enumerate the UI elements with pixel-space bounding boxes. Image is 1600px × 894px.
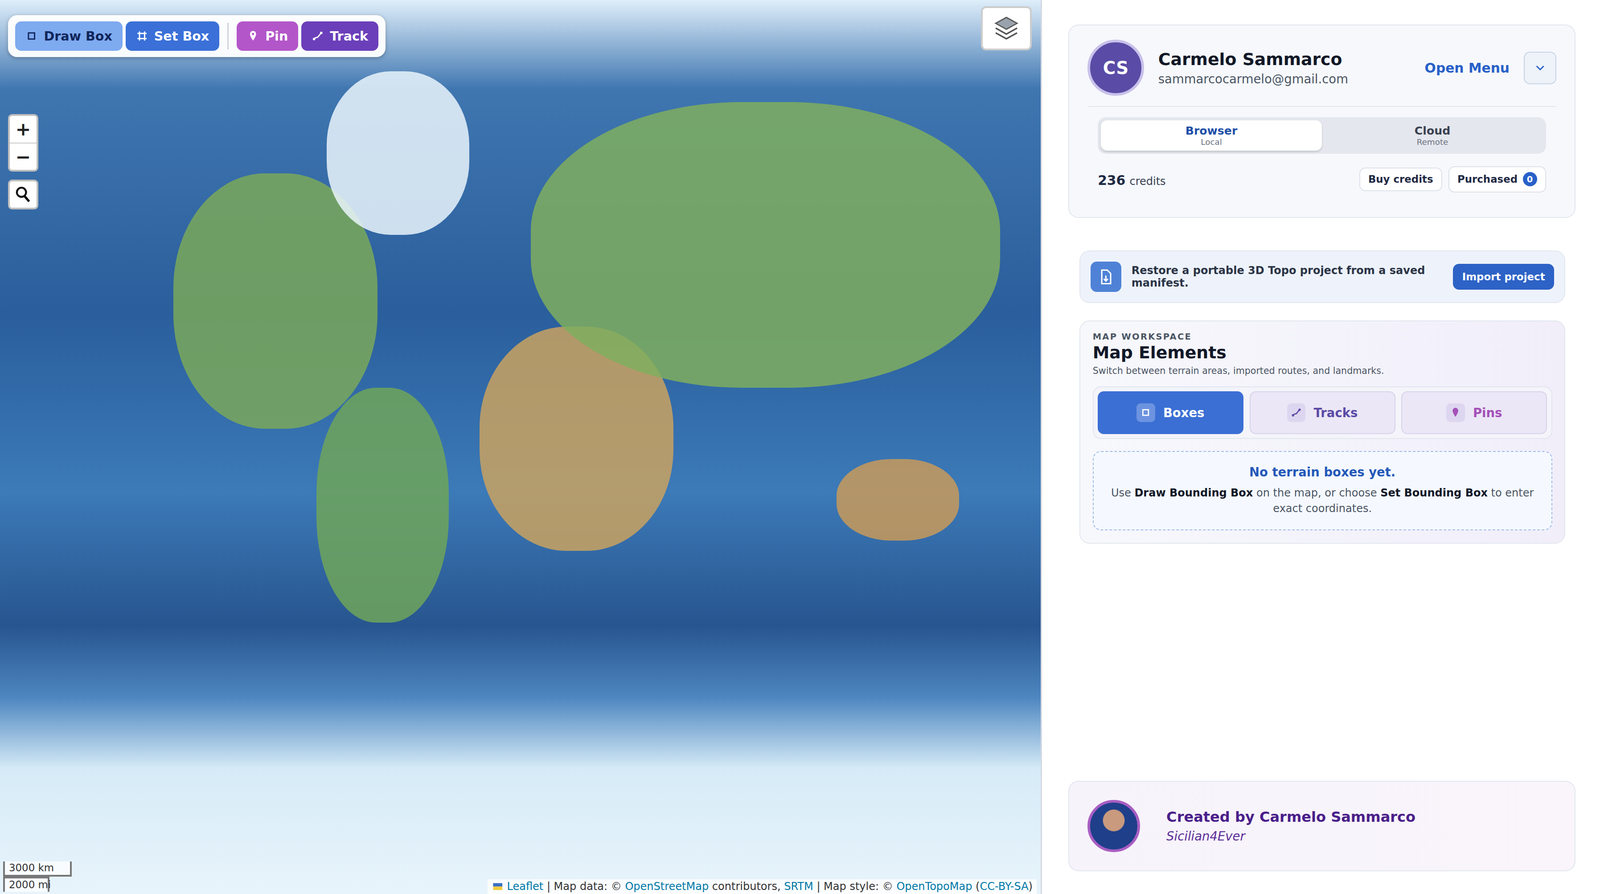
footer-title: Created by Carmelo Sammarco	[1166, 808, 1416, 826]
text: on the map, or choose	[1252, 486, 1381, 500]
search-button[interactable]	[8, 179, 39, 210]
box-icon	[25, 29, 38, 42]
attribution-link[interactable]: SRTM	[783, 880, 814, 893]
storage-label[interactable]: Cloud	[1321, 124, 1543, 138]
chevron-down-icon	[1534, 61, 1547, 74]
import-file-icon	[1097, 268, 1115, 286]
attribution-text: | Map data: ©	[543, 880, 625, 893]
profile-card: CS Carmelo Sammarco sammarcocarmelo@gmail.…	[1068, 24, 1576, 218]
button-label[interactable]: Buy credits	[1368, 173, 1434, 185]
attribution-link[interactable]: OpenStreetMap	[624, 880, 709, 893]
storage-option[interactable]: CloudRemote	[1321, 120, 1543, 151]
credits-row: 236credits Buy credits Purchased 0	[1097, 166, 1547, 193]
zoom-in-label[interactable]: +	[15, 118, 32, 140]
tab-icon-box	[1446, 403, 1465, 422]
map-toolbar: Draw Box Set Box Pin Track	[8, 15, 386, 58]
track-icon	[311, 29, 324, 42]
attribution-text: | Map style: ©	[813, 880, 897, 893]
open-menu-link[interactable]: Open Menu	[1424, 60, 1510, 76]
text: Use	[1111, 486, 1135, 500]
element-tab[interactable]: Pins	[1401, 391, 1547, 435]
import-card: Restore a portable 3D Topo project from …	[1079, 250, 1566, 304]
tab-label[interactable]: Pins	[1472, 406, 1502, 420]
button-label[interactable]: Purchased	[1457, 173, 1518, 185]
section-title: Map Elements	[1092, 342, 1553, 363]
profile-email: sammarcocarmelo@gmail.com	[1158, 72, 1411, 87]
import-text: Restore a portable 3D Topo project from …	[1131, 264, 1444, 290]
tab-icon-box	[1287, 403, 1306, 422]
storage-sub[interactable]: Local	[1100, 137, 1322, 147]
footer-card: Created by Carmelo Sammarco Sicilian4Ever	[1068, 780, 1576, 872]
storage-label[interactable]: Browser	[1100, 124, 1322, 138]
flag-icon	[491, 882, 504, 892]
toolbar-button[interactable]: Track	[301, 21, 379, 51]
toolbar-label[interactable]: Track	[329, 28, 369, 44]
profile-header: CS Carmelo Sammarco sammarcocarmelo@gmail.…	[1087, 39, 1557, 107]
emphasis: Set Bounding Box	[1380, 486, 1488, 500]
empty-state: No terrain boxes yet. Use Draw Bounding B…	[1092, 451, 1553, 531]
menu-toggle[interactable]	[1523, 51, 1557, 85]
credits-count: 236	[1097, 172, 1126, 189]
toolbar-button[interactable]: Set Box	[125, 21, 220, 51]
toolbar-button[interactable]: Draw Box	[15, 21, 123, 51]
track-icon	[1290, 406, 1302, 419]
purchased-badge: 0	[1522, 172, 1538, 187]
frame-icon	[135, 29, 148, 42]
box-icon	[1140, 406, 1152, 419]
attribution-text: (	[972, 880, 980, 893]
storage-sub[interactable]: Remote	[1321, 137, 1543, 147]
element-tab[interactable]: Boxes	[1097, 391, 1244, 435]
avatar: CS	[1087, 39, 1144, 96]
element-tabs: Boxes Tracks Pins	[1092, 386, 1553, 439]
search-icon	[13, 185, 33, 204]
profile-name: Carmelo Sammarco	[1158, 49, 1411, 70]
attribution-text: )	[1028, 880, 1033, 893]
side-panel: CS Carmelo Sammarco sammarcocarmelo@gmail.…	[1042, 0, 1600, 894]
toolbar-button[interactable]: Pin	[236, 21, 299, 51]
pin-icon	[246, 29, 259, 42]
zoom-in-button[interactable]: +	[9, 115, 37, 143]
pin-icon	[1449, 406, 1461, 419]
avatar-initials: CS	[1103, 57, 1129, 78]
attribution-text: contributors,	[708, 880, 784, 893]
storage-switch: BrowserLocalCloudRemote	[1097, 117, 1547, 154]
tab-icon-box	[1136, 403, 1155, 422]
attribution-link[interactable]: OpenTopoMap	[896, 880, 973, 893]
empty-body: Use Draw Bounding Box on the map, or cho…	[1109, 485, 1535, 517]
section-subtitle: Switch between terrain areas, imported r…	[1092, 365, 1553, 377]
button-label[interactable]: Import project	[1462, 270, 1546, 283]
storage-option[interactable]: BrowserLocal	[1100, 120, 1322, 151]
import-badge	[1090, 261, 1122, 293]
footer-subtitle: Sicilian4Ever	[1166, 829, 1416, 844]
purchased-button[interactable]: Purchased 0	[1448, 166, 1547, 193]
buy-credits-button[interactable]: Buy credits	[1359, 167, 1443, 192]
toolbar-label[interactable]: Draw Box	[43, 28, 112, 44]
workspace-card: MAP WORKSPACEMap Elements Switch between …	[1079, 320, 1566, 544]
import-project-button[interactable]: Import project	[1452, 263, 1555, 290]
creator-photo	[1087, 800, 1140, 853]
scale-label: 2000 mi	[3, 876, 50, 892]
toolbar-label[interactable]: Set Box	[154, 28, 210, 44]
zoom-control: +−	[8, 114, 39, 172]
layers-icon	[992, 13, 1021, 43]
tab-label[interactable]: Boxes	[1163, 406, 1205, 420]
eyebrow: MAP WORKSPACE	[1092, 331, 1553, 342]
element-tab[interactable]: Tracks	[1249, 391, 1396, 435]
empty-title: No terrain boxes yet.	[1109, 465, 1535, 480]
tab-label[interactable]: Tracks	[1313, 406, 1358, 420]
emphasis: Draw Bounding Box	[1134, 486, 1253, 500]
toolbar-separator	[227, 22, 229, 50]
zoom-out-button[interactable]: −	[9, 142, 37, 171]
layers-button[interactable]	[980, 6, 1032, 51]
scale-bar: 3000 km2000 mi	[3, 861, 73, 892]
map-canvas[interactable]: Draw BoxSet BoxPinTrack+−3000 km2000 miL…	[0, 0, 1041, 894]
scale-label: 3000 km	[3, 861, 73, 877]
zoom-out-label[interactable]: −	[15, 146, 32, 168]
attribution-link[interactable]: Leaflet	[506, 880, 544, 893]
credits-label: credits	[1129, 175, 1166, 188]
toolbar-label[interactable]: Pin	[265, 28, 288, 44]
attribution-link[interactable]: CC-BY-SA	[979, 880, 1029, 893]
attribution: Leaflet | Map data: © OpenStreetMap cont…	[487, 879, 1037, 894]
